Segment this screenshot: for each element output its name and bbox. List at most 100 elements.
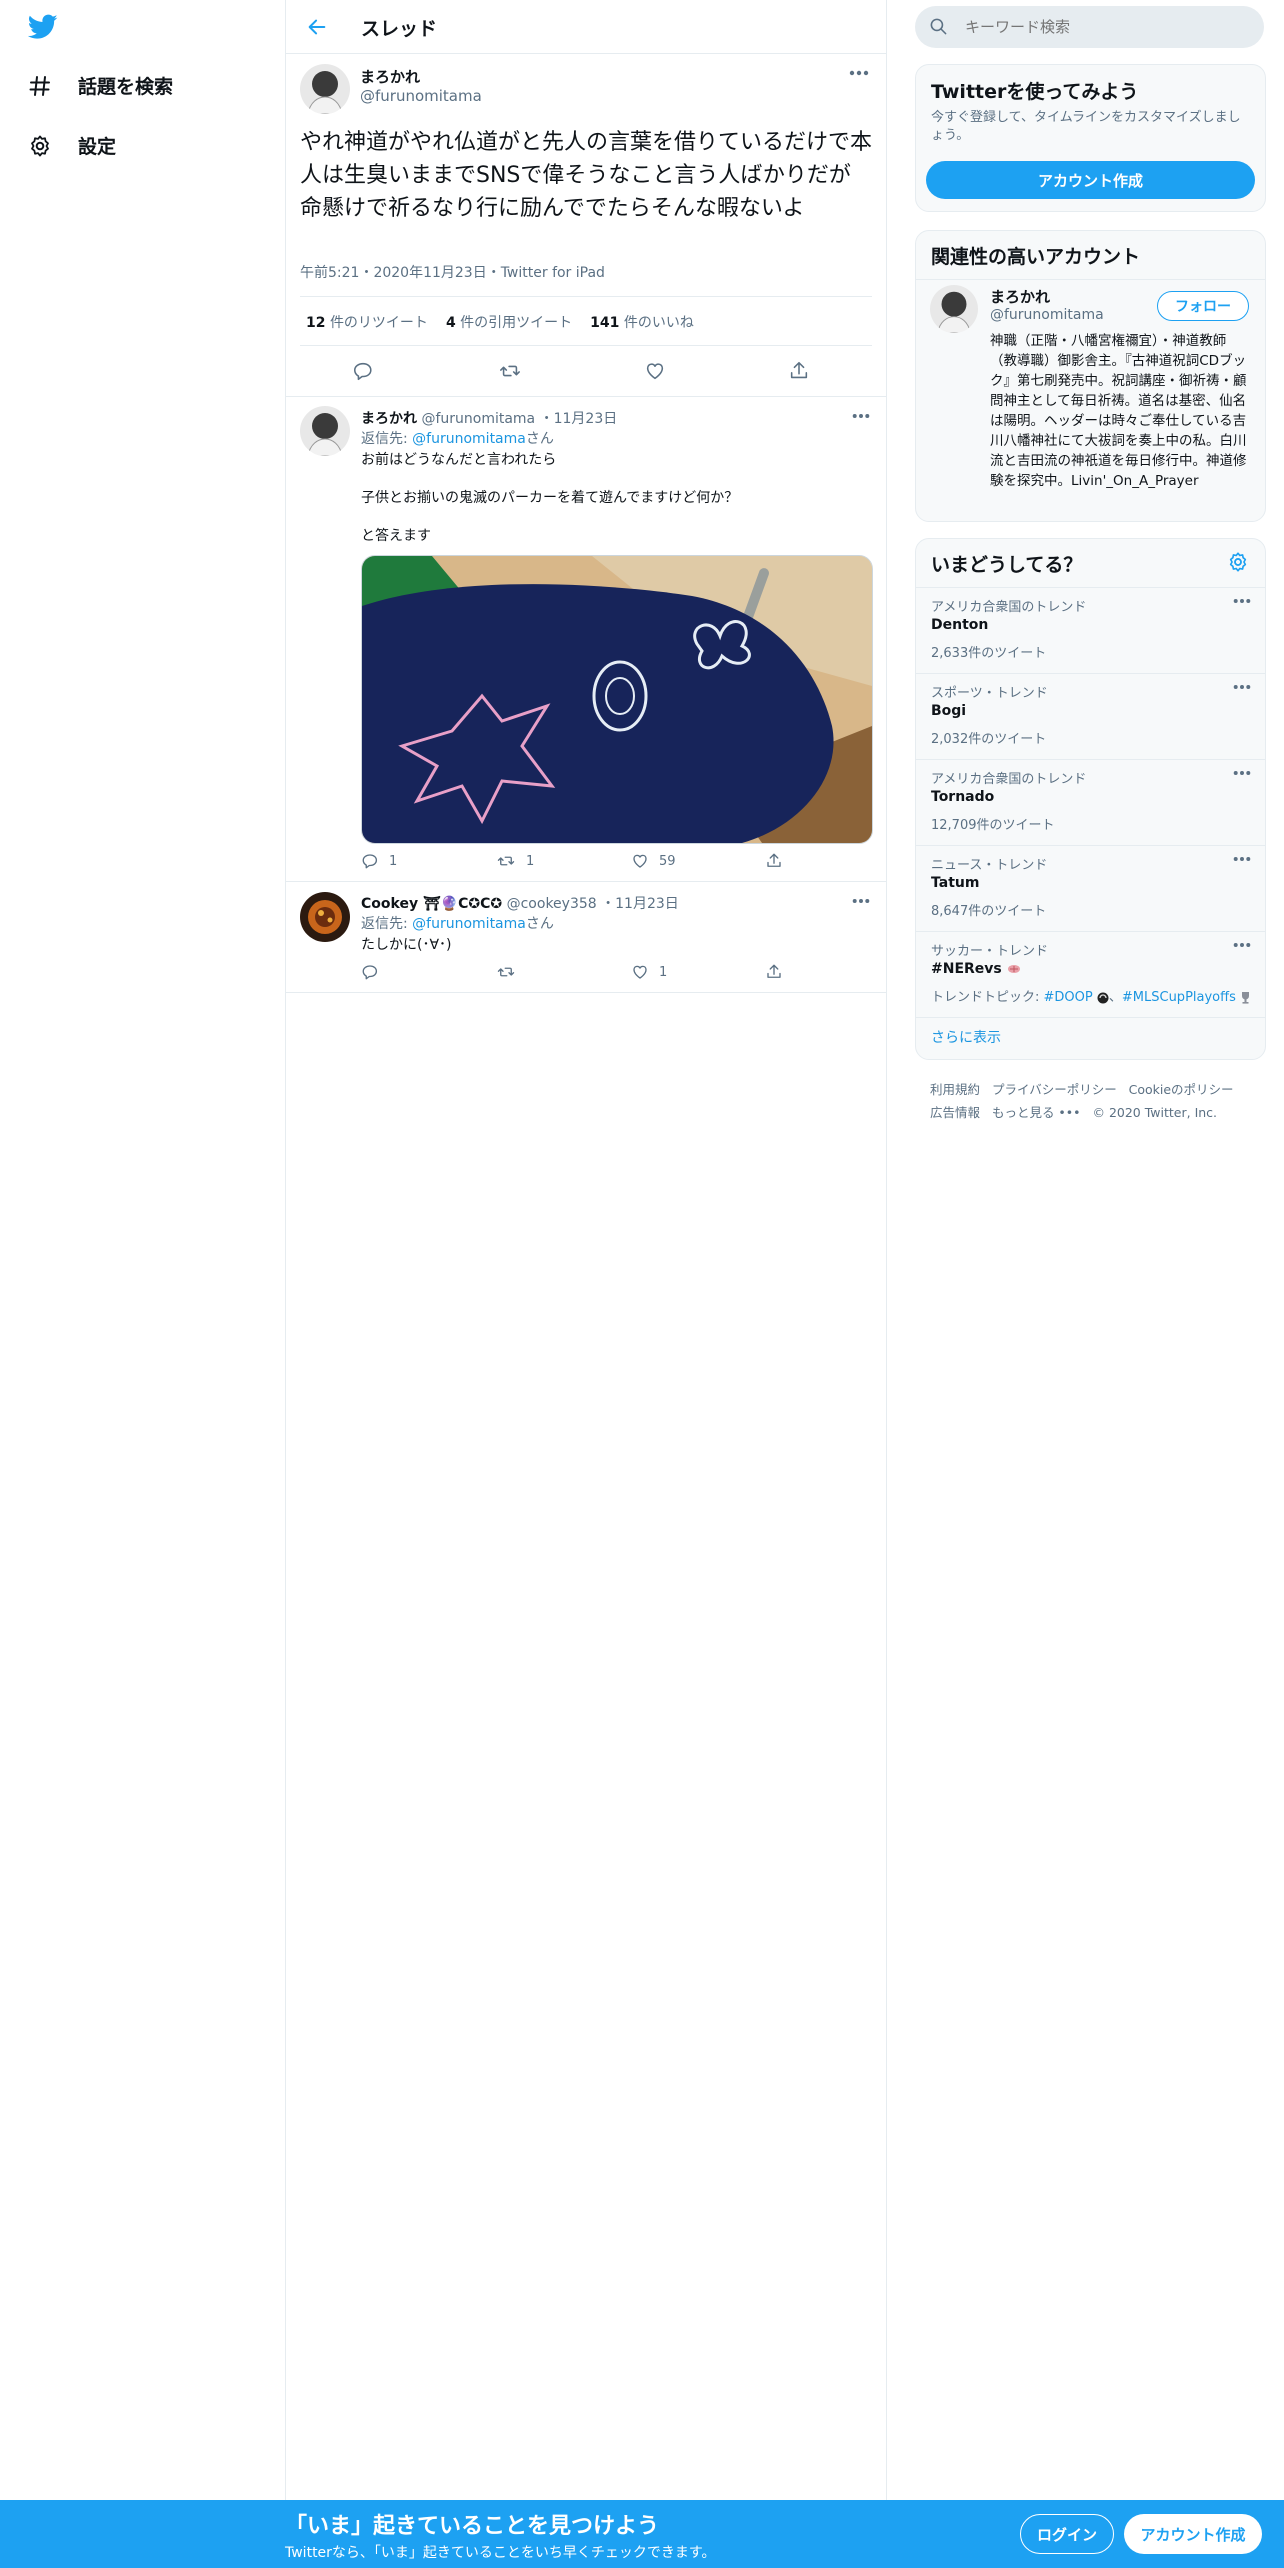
tweet-date[interactable]: ・11月23日 [540,411,618,427]
like-button[interactable]: 59 [631,852,676,870]
trend-item[interactable]: サッカー・トレンド #NERevs トレンドトピック: #DOOP 、#MLSC… [916,931,1265,1018]
trend-item[interactable]: アメリカ合衆国のトレンド Tornado 12,709件のツイート [916,759,1265,846]
divider [916,279,1265,280]
more-options-icon[interactable] [1233,856,1251,862]
author-name[interactable]: まろかれ [360,66,420,87]
retweet-button[interactable] [498,360,522,382]
avatar[interactable] [300,64,350,114]
share-button[interactable] [765,852,783,870]
like-button[interactable]: 1 [631,963,667,981]
author-handle[interactable]: @cookey358 [507,896,597,912]
footer-more-link[interactable]: もっと見る [992,1105,1055,1120]
twitter-logo-icon[interactable] [28,14,58,40]
divider [916,1017,1265,1018]
trend-name: #NERevs [931,961,1021,977]
divider [286,396,886,397]
trend-item[interactable]: ニュース・トレンド Tatum 8,647件のツイート [916,845,1265,932]
nav-settings[interactable]: 設定 [28,132,116,159]
footer-terms-link[interactable]: 利用規約 [930,1082,980,1097]
tweet-meta[interactable]: 午前5:21・2020年11月23日・Twitter for iPad [300,262,605,282]
quote-stat[interactable]: 4 件の引用ツイート [446,312,572,332]
author-name[interactable]: まろかれ [361,411,417,427]
signup-button[interactable]: アカウント作成 [1124,2514,1262,2554]
footer-privacy-link[interactable]: プライバシーポリシー [992,1082,1117,1097]
login-button[interactable]: ログイン [1020,2514,1114,2554]
hashtag-link[interactable]: #MLSCupPlayoffs [1122,990,1236,1005]
reply-header: Cookey ⛩🔮C✪C✪ @cookey358 ・11月23日 [361,893,679,913]
show-more-link[interactable]: さらに表示 [931,1027,1001,1047]
follow-button[interactable]: フォロー [1157,291,1249,321]
search-input[interactable] [963,14,1247,40]
hashtag-link[interactable]: #DOOP [1044,990,1093,1005]
trend-count: 2,633件のツイート [931,646,1047,661]
reply-button[interactable]: 1 [361,852,397,870]
avatar[interactable] [930,285,978,333]
like-button[interactable] [644,360,666,382]
trend-name: Denton [931,617,989,633]
trend-category: ニュース・トレンド [931,858,1048,873]
tweet-actions [286,360,886,386]
more-options-icon[interactable] [852,898,870,904]
trend-name: Tornado [931,789,995,805]
more-options-icon[interactable] [1233,598,1251,604]
retweet-button[interactable]: 1 [496,852,534,870]
more-options-icon[interactable] [849,70,869,76]
author-handle[interactable]: @furunomitama [421,411,535,427]
search-icon [929,17,948,36]
trend-item[interactable]: アメリカ合衆国のトレンド Denton 2,633件のツイート [916,587,1265,674]
more-options-icon[interactable] [1233,684,1251,690]
reply-button[interactable] [361,963,379,981]
trend-count: 2,032件のツイート [931,732,1047,747]
divider [286,881,886,882]
share-button[interactable] [788,360,810,382]
nav-explore[interactable]: 話題を検索 [28,72,173,99]
author-handle[interactable]: @furunomitama [360,87,482,105]
gear-icon[interactable] [1227,551,1249,573]
related-name[interactable]: まろかれ [990,286,1050,307]
footer-links: 利用規約 プライバシーポリシー Cookieのポリシー 広告情報 もっと見る •… [930,1078,1260,1124]
author-name[interactable]: Cookey ⛩🔮C✪C✪ [361,896,502,912]
trend-topics: トレンドトピック: #DOOP 、#MLSCupPlayoffs [931,986,1251,1005]
create-account-button[interactable]: アカウント作成 [926,161,1255,199]
related-title: 関連性の高いアカウント [931,246,1141,268]
share-button[interactable] [765,963,783,981]
more-options-icon[interactable] [852,413,870,419]
signup-card-desc: 今すぐ登録して、タイムラインをカスタマイズしましょう。 [931,110,1241,143]
thread-column: スレッド まろかれ @furunomitama やれ神道がやれ仏道がと先人の言葉… [285,0,887,2500]
reply-to-link[interactable]: @furunomitama [412,431,526,447]
reply-button[interactable] [352,360,374,382]
heart-icon [631,852,649,870]
reply-to-link[interactable]: @furunomitama [412,916,526,932]
back-arrow-icon[interactable] [306,16,328,38]
search-box[interactable] [915,6,1264,48]
footer-cookie-link[interactable]: Cookieのポリシー [1129,1082,1234,1097]
reply-text-line: お前はどうなんだと言われたら [361,452,557,468]
avatar[interactable] [300,406,350,456]
heart-icon [631,963,649,981]
footer-ads-link[interactable]: 広告情報 [930,1105,980,1120]
reply-to-line: 返信先: @furunomitamaさん [361,431,554,447]
reply-count: 1 [389,853,398,869]
avatar[interactable] [300,892,350,942]
share-icon [765,852,783,870]
divider [300,296,872,297]
related-handle[interactable]: @furunomitama [990,307,1104,323]
divider [286,992,886,993]
more-options-icon[interactable] [1233,770,1251,776]
share-icon [788,360,810,382]
more-options-icon[interactable] [1233,942,1251,948]
signup-card-title: Twitterを使ってみよう [931,81,1139,103]
reply-text: たしかに(･∀･) [361,937,452,953]
trend-category: サッカー・トレンド [931,944,1049,959]
retweet-stat[interactable]: 12 件のリツイート [306,312,428,332]
trend-item[interactable]: スポーツ・トレンド Bogi 2,032件のツイート [916,673,1265,760]
like-stat[interactable]: 141 件のいいね [590,312,694,332]
trend-name: Bogi [931,703,967,719]
tweet-date[interactable]: ・11月23日 [601,896,679,912]
retweet-button[interactable] [496,963,516,981]
badge-emoji-icon [1097,992,1109,1004]
retweet-icon [496,852,516,870]
tweet-photo[interactable] [361,555,873,844]
reply-header: まろかれ @furunomitama ・11月23日 [361,408,617,428]
trend-category: アメリカ合衆国のトレンド [931,772,1087,787]
